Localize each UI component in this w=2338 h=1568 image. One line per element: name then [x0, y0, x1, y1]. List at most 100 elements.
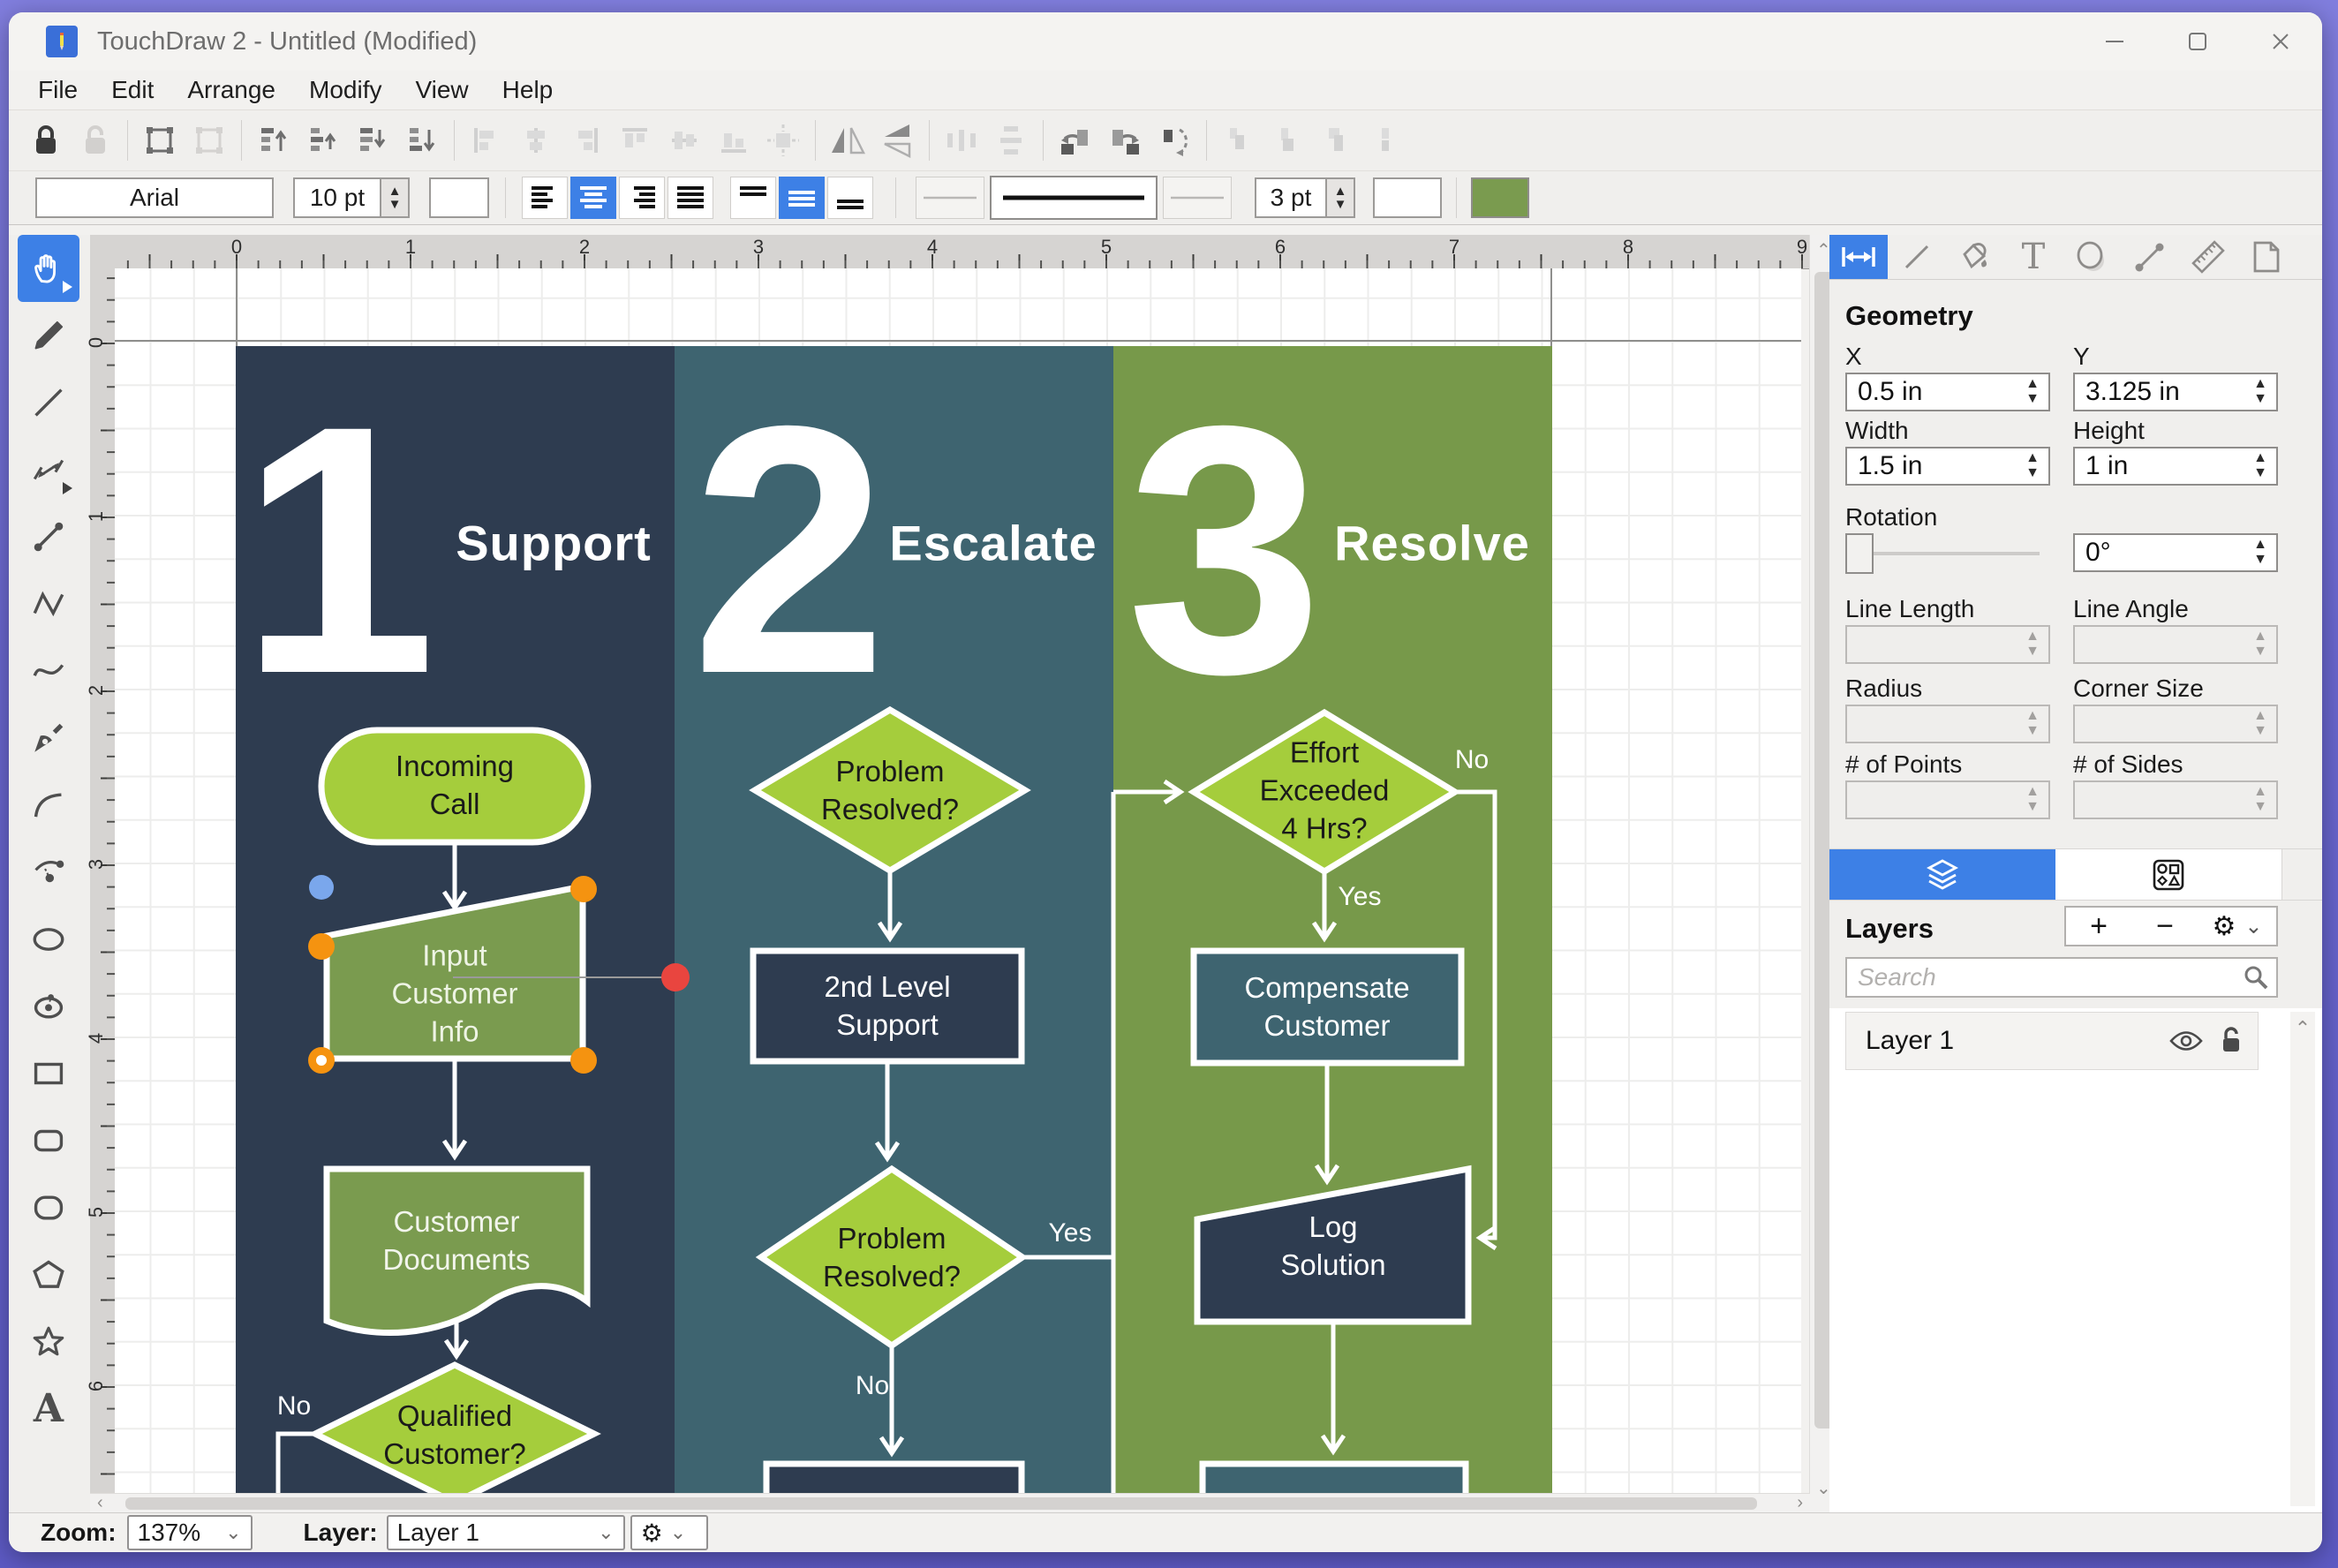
- label-second-level-support[interactable]: 2nd Level Support: [824, 969, 950, 1044]
- rotate-custom-icon[interactable]: [1150, 116, 1199, 165]
- tab-connection[interactable]: [2121, 235, 2179, 279]
- resize-handle-top-left[interactable]: [308, 933, 335, 960]
- field-width[interactable]: 1.5 in ▲ ▼: [1845, 447, 2050, 486]
- minimize-button[interactable]: [2073, 12, 2156, 71]
- align-text-right-button[interactable]: [619, 177, 665, 219]
- lock-open-icon[interactable]: [2219, 1026, 2244, 1056]
- align-text-justify-button[interactable]: [667, 177, 713, 219]
- layer-settings-button[interactable]: ⚙ ⌄: [2198, 906, 2278, 946]
- rotate-right-icon[interactable]: [1100, 116, 1150, 165]
- flip-horizontal-icon[interactable]: [823, 116, 872, 165]
- visibility-eye-icon[interactable]: [2169, 1029, 2203, 1052]
- tool-dimension-line[interactable]: [18, 436, 79, 503]
- rotation-handle[interactable]: [309, 875, 334, 900]
- menu-arrange[interactable]: Arrange: [170, 76, 292, 104]
- fill-color-swatch[interactable]: [1471, 177, 1529, 218]
- zoom-select[interactable]: 137% ⌄: [126, 1515, 253, 1550]
- field-rotation[interactable]: 0° ▲ ▼: [2073, 533, 2278, 572]
- tab-stroke[interactable]: [1888, 235, 1946, 279]
- rotate-left-icon[interactable]: [1051, 116, 1100, 165]
- label-input-customer-info[interactable]: Input Customer Info: [391, 938, 517, 1052]
- label-compensate-customer[interactable]: Compensate Customer: [1244, 969, 1409, 1045]
- stroke-color-swatch[interactable]: [1373, 177, 1442, 218]
- resize-handle-bottom-right[interactable]: [570, 1047, 597, 1074]
- valign-middle-button[interactable]: [779, 177, 825, 219]
- add-layer-button[interactable]: +: [2064, 906, 2133, 946]
- tool-pen[interactable]: [18, 705, 79, 772]
- font-size-stepper[interactable]: ▲ ▼: [381, 177, 410, 218]
- menu-view[interactable]: View: [398, 76, 485, 104]
- tab-geometry[interactable]: [1829, 235, 1888, 279]
- field-y[interactable]: 3.125 in ▲ ▼: [2073, 373, 2278, 411]
- tab-ruler[interactable]: [2179, 235, 2237, 279]
- tool-select-pan[interactable]: [18, 235, 79, 302]
- line-style-thin-button[interactable]: [916, 177, 984, 219]
- line-style-thin2-button[interactable]: [1163, 177, 1232, 219]
- tool-pencil[interactable]: [18, 302, 79, 369]
- drawing-canvas[interactable]: 1 2 3 Support Escalate Resolve Incoming …: [115, 268, 1801, 1504]
- layer-list-scrollbar[interactable]: ⌃: [2290, 1012, 2315, 1506]
- tool-arc-endpoints[interactable]: [18, 839, 79, 906]
- text-color-swatch[interactable]: [429, 177, 489, 218]
- tool-curve[interactable]: [18, 637, 79, 705]
- font-family-select[interactable]: Arial: [35, 177, 274, 218]
- bring-forward-icon[interactable]: [298, 116, 348, 165]
- scroll-up-icon[interactable]: ⌃: [2290, 1017, 2315, 1040]
- tool-ellipse[interactable]: [18, 906, 79, 973]
- rotation-slider[interactable]: [1845, 533, 2040, 574]
- label-problem-resolved-2[interactable]: Problem Resolved?: [823, 1220, 961, 1296]
- menu-help[interactable]: Help: [486, 76, 570, 104]
- menu-edit[interactable]: Edit: [94, 76, 170, 104]
- remove-layer-button[interactable]: −: [2131, 906, 2200, 946]
- tab-shadow[interactable]: [2063, 235, 2121, 279]
- tool-rectangle[interactable]: [18, 1040, 79, 1107]
- group-icon[interactable]: [135, 116, 185, 165]
- label-log-solution[interactable]: Log Solution: [1280, 1209, 1385, 1285]
- align-text-left-button[interactable]: [522, 177, 568, 219]
- tool-squircle[interactable]: [18, 1174, 79, 1241]
- layer-options-button[interactable]: ⚙ ⌄: [630, 1515, 708, 1550]
- scroll-left-icon[interactable]: ‹: [97, 1494, 103, 1511]
- label-qualified-customer[interactable]: Qualified Customer?: [383, 1398, 525, 1474]
- align-text-center-button[interactable]: [570, 177, 616, 219]
- tool-polyline[interactable]: [18, 570, 79, 637]
- line-width-stepper[interactable]: ▲ ▼: [1327, 177, 1355, 218]
- tab-layers[interactable]: [1829, 849, 2055, 900]
- tool-star[interactable]: [18, 1308, 79, 1376]
- send-to-back-icon[interactable]: [397, 116, 447, 165]
- resize-handle-top-right[interactable]: [570, 876, 597, 902]
- send-backward-icon[interactable]: [348, 116, 397, 165]
- tool-polygon[interactable]: [18, 1241, 79, 1308]
- close-button[interactable]: [2239, 12, 2322, 71]
- line-width-input[interactable]: 3 pt: [1255, 177, 1327, 218]
- font-size-input[interactable]: 10 pt: [293, 177, 381, 218]
- tool-rounded-rectangle[interactable]: [18, 1107, 79, 1174]
- tool-line[interactable]: [18, 369, 79, 436]
- valign-top-button[interactable]: [730, 177, 776, 219]
- menu-file[interactable]: File: [21, 76, 94, 104]
- bring-to-front-icon[interactable]: [249, 116, 298, 165]
- layer-select[interactable]: Layer 1 ⌄: [386, 1515, 625, 1550]
- tool-text[interactable]: A: [18, 1376, 79, 1443]
- tool-connector[interactable]: [18, 503, 79, 570]
- label-incoming-call[interactable]: Incoming Call: [396, 748, 514, 824]
- tab-stencils[interactable]: [2055, 849, 2281, 900]
- rotation-slider-thumb[interactable]: [1845, 533, 1874, 574]
- field-x[interactable]: 0.5 in ▲ ▼: [1845, 373, 2050, 411]
- scroll-right-icon[interactable]: ›: [1797, 1494, 1803, 1511]
- connection-handle[interactable]: [661, 963, 690, 991]
- menu-modify[interactable]: Modify: [292, 76, 398, 104]
- lock-icon[interactable]: [21, 116, 71, 165]
- tool-center-ellipse[interactable]: [18, 973, 79, 1040]
- label-problem-resolved-1[interactable]: Problem Resolved?: [821, 753, 959, 829]
- layer-search[interactable]: [1845, 957, 2278, 998]
- resize-handle-bottom-left[interactable]: [308, 1047, 335, 1074]
- label-effort-exceeded[interactable]: Effort Exceeded 4 Hrs?: [1260, 735, 1390, 848]
- layer-search-input[interactable]: [1856, 959, 2230, 996]
- horizontal-scrollbar[interactable]: ‹ ›: [90, 1493, 1810, 1513]
- valign-bottom-button[interactable]: [827, 177, 873, 219]
- flip-vertical-icon[interactable]: [872, 116, 922, 165]
- maximize-button[interactable]: [2156, 12, 2239, 71]
- label-customer-documents[interactable]: Customer Documents: [383, 1203, 531, 1279]
- tab-text[interactable]: T: [2004, 235, 2063, 279]
